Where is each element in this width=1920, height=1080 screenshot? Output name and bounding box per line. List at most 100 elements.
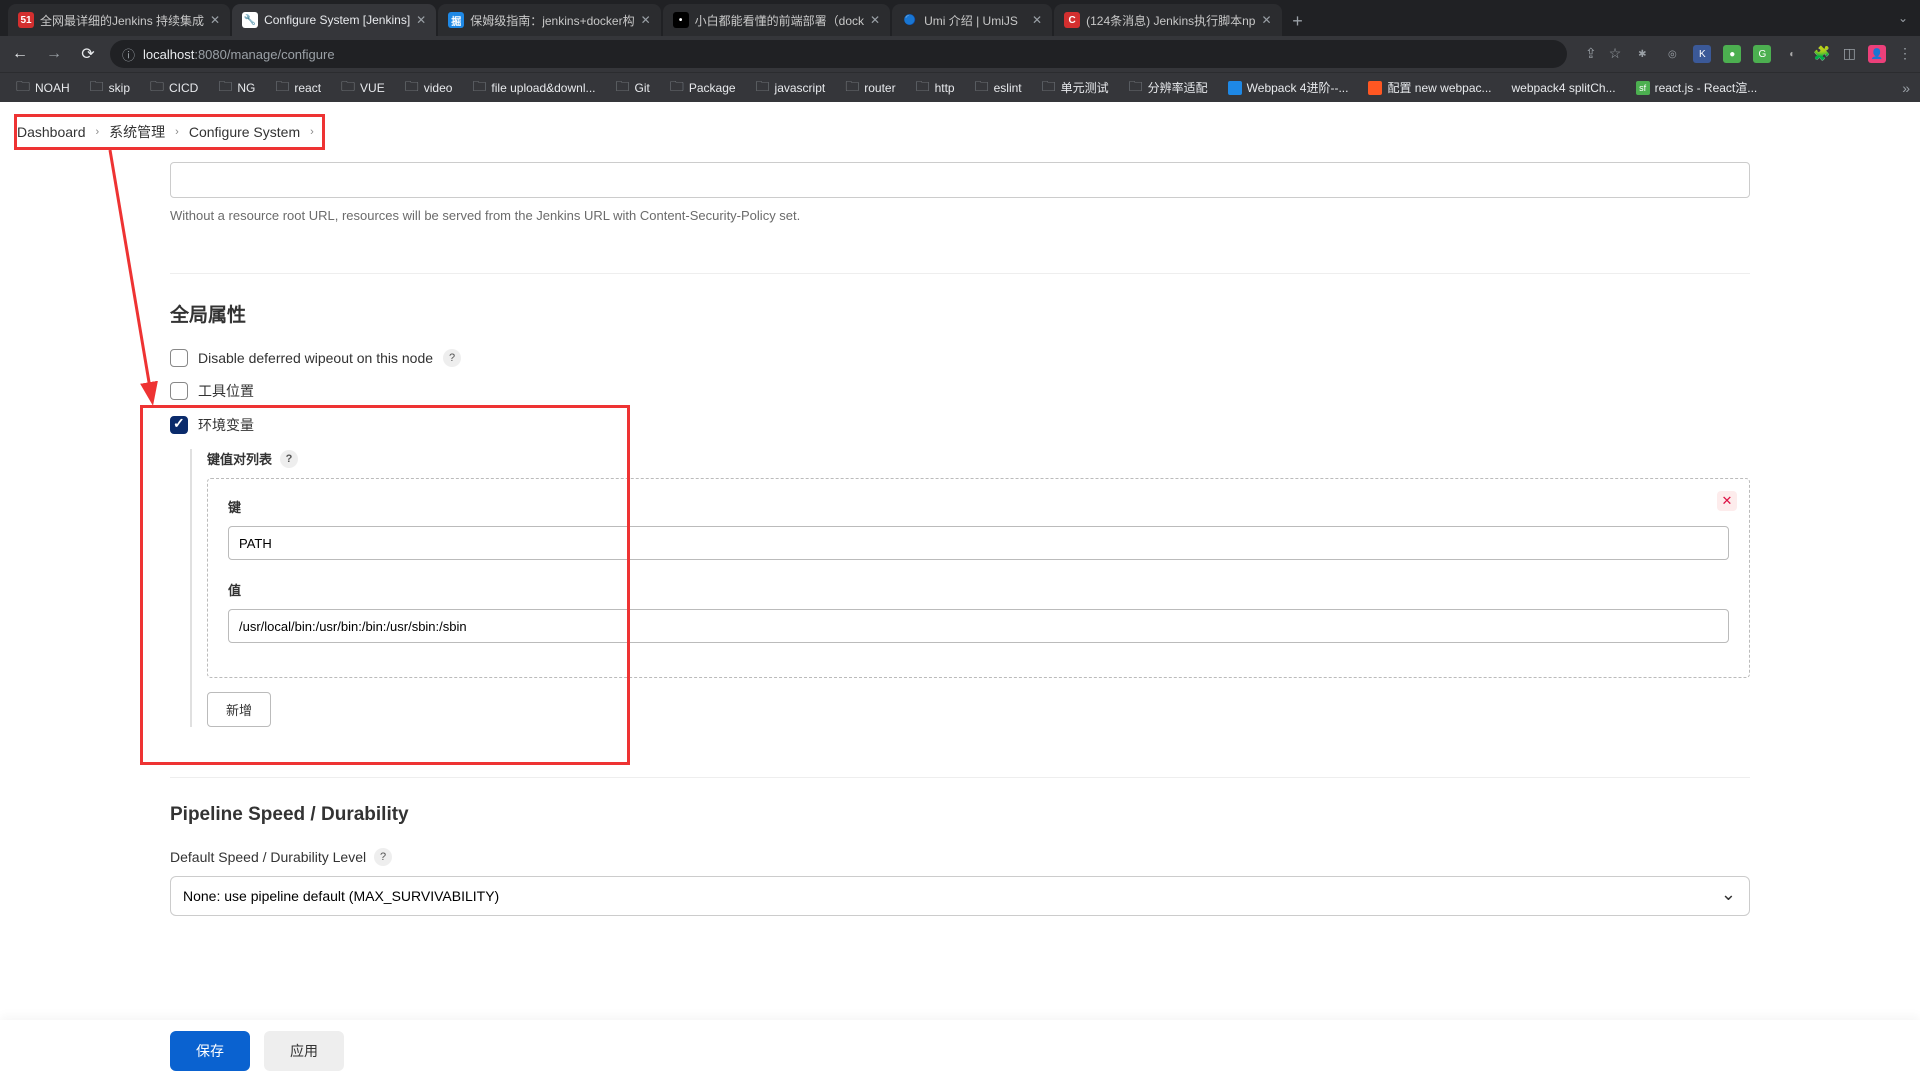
tab-close-icon[interactable]: ✕ <box>1261 13 1271 27</box>
bookmark-item[interactable]: 🗀NG <box>212 72 261 104</box>
add-kv-button[interactable]: 新增 <box>207 692 271 727</box>
key-input[interactable] <box>228 526 1729 560</box>
bookmark-item[interactable]: 🗀skip <box>84 72 136 104</box>
apply-button[interactable]: 应用 <box>264 1031 344 1071</box>
bookmark-item[interactable]: 🗀react <box>269 72 327 104</box>
bookmark-item[interactable]: 🗀video <box>399 72 459 104</box>
extension-icon[interactable]: K <box>1693 45 1711 63</box>
browser-tab[interactable]: 🔵 Umi 介绍 | UmiJS ✕ <box>892 4 1052 36</box>
bookmark-label: router <box>864 81 895 95</box>
bookmark-item[interactable]: 🗀 router <box>839 72 901 104</box>
bookmark-item[interactable]: 🗀单元测试 <box>1036 72 1115 104</box>
browser-tab[interactable]: • 小白都能看懂的前端部署（dock ✕ <box>663 4 890 36</box>
tab-close-icon[interactable]: ✕ <box>1032 13 1042 27</box>
durability-select[interactable]: None: use pipeline default (MAX_SURVIVAB… <box>170 876 1750 916</box>
bookmark-item[interactable]: 🗀CICD <box>144 72 204 104</box>
back-button[interactable]: ← <box>8 45 32 63</box>
help-icon[interactable]: ? <box>374 848 392 866</box>
extensions-menu-icon[interactable]: 🧩 <box>1813 45 1830 63</box>
bookmark-label: react <box>294 81 321 95</box>
browser-tab-active[interactable]: 🔧 Configure System [Jenkins] ✕ <box>232 4 436 36</box>
url-text: localhost:8080/manage/configure <box>143 47 335 62</box>
bookmark-label: react.js - React渲... <box>1655 79 1758 96</box>
bookmark-item[interactable]: Webpack 4进阶--... <box>1222 75 1355 100</box>
kv-pair-entry: ✕ 键 值 <box>207 478 1750 678</box>
profile-avatar[interactable]: 👤 <box>1868 45 1886 63</box>
key-label: 键 <box>228 497 1729 516</box>
extension-icon[interactable]: ✱ <box>1633 45 1651 63</box>
address-bar[interactable]: ⓘ localhost:8080/manage/configure <box>110 40 1567 68</box>
tab-close-icon[interactable]: ✕ <box>210 13 220 27</box>
browser-tab[interactable]: 掘 保姆级指南：jenkins+docker构 ✕ <box>438 4 660 36</box>
tab-close-icon[interactable]: ✕ <box>416 13 426 27</box>
browser-tab[interactable]: 51 全网最详细的Jenkins 持续集成 ✕ <box>8 4 230 36</box>
folder-icon: 🗀 <box>845 76 859 100</box>
tab-close-icon[interactable]: ✕ <box>641 13 651 27</box>
folder-icon: 🗀 <box>756 76 770 100</box>
tab-overflow-icon[interactable]: ⌄ <box>1898 11 1908 25</box>
reload-button[interactable]: ⟳ <box>76 44 100 64</box>
bookmark-star-icon[interactable]: ☆ <box>1609 45 1622 63</box>
main-content: Without a resource root URL, resources w… <box>0 162 1920 926</box>
send-tab-icon[interactable]: ⇪ <box>1585 45 1597 63</box>
folder-icon: 🗀 <box>90 76 104 100</box>
folder-icon: 🗀 <box>1042 76 1056 100</box>
bookmark-label: NOAH <box>35 81 70 95</box>
side-panel-icon[interactable]: ◫ <box>1843 45 1856 63</box>
bookmark-label: webpack4 splitCh... <box>1512 81 1616 95</box>
save-button[interactable]: 保存 <box>170 1031 250 1071</box>
bookmark-item[interactable]: 🗀VUE <box>335 72 391 104</box>
disable-wipeout-row: Disable deferred wipeout on this node ? <box>170 349 1750 367</box>
breadcrumb-manage[interactable]: 系统管理 <box>109 122 165 142</box>
chrome-menu-icon[interactable]: ⋮ <box>1898 45 1912 63</box>
section-divider <box>170 777 1750 778</box>
help-icon[interactable]: ? <box>443 349 461 367</box>
bookmark-item[interactable]: sfreact.js - React渲... <box>1630 75 1764 100</box>
extension-icon[interactable]: ◐ <box>1783 45 1801 63</box>
bookmark-item[interactable]: 🗀http <box>910 72 961 104</box>
favicon: 🔧 <box>242 12 258 28</box>
breadcrumb-configure[interactable]: Configure System <box>189 124 300 140</box>
browser-toolbar: ← → ⟳ ⓘ localhost:8080/manage/configure … <box>0 36 1920 72</box>
folder-icon: 🗀 <box>341 76 355 100</box>
bookmarks-overflow-icon[interactable]: » <box>1902 80 1910 96</box>
sticky-footer: 保存 应用 <box>0 1020 1920 1080</box>
bookmark-item[interactable]: 🗀eslint <box>969 72 1028 104</box>
help-icon[interactable]: ? <box>280 450 298 468</box>
chevron-right-icon: › <box>306 126 318 138</box>
tool-locations-checkbox[interactable] <box>170 382 188 400</box>
disable-wipeout-checkbox[interactable] <box>170 349 188 367</box>
site-info-icon[interactable]: ⓘ <box>122 45 135 64</box>
bookmark-item[interactable]: 🗀NOAH <box>10 72 76 104</box>
bookmark-item[interactable]: 🗀分辨率适配 <box>1123 72 1214 104</box>
tab-title: 全网最详细的Jenkins 持续集成 <box>40 12 204 29</box>
durability-select-wrap: None: use pipeline default (MAX_SURVIVAB… <box>170 876 1750 916</box>
tool-locations-row: 工具位置 <box>170 381 1750 401</box>
chevron-right-icon: › <box>92 126 104 138</box>
bookmark-item[interactable]: 🗀file upload&downl... <box>466 72 601 104</box>
resource-root-url-input[interactable] <box>170 162 1750 198</box>
bookmark-item[interactable]: 🗀javascript <box>750 72 832 104</box>
browser-tab[interactable]: C (124条消息) Jenkins执行脚本np ✕ <box>1054 4 1281 36</box>
new-tab-button[interactable]: + <box>1284 11 1312 36</box>
extension-icon[interactable]: G <box>1753 45 1771 63</box>
bookmark-item[interactable]: 🗀Git <box>610 72 656 104</box>
remove-kv-icon[interactable]: ✕ <box>1717 491 1737 511</box>
kv-list-label: 键值对列表 ? <box>207 449 1750 468</box>
tab-close-icon[interactable]: ✕ <box>870 13 880 27</box>
extension-icon[interactable]: ● <box>1723 45 1741 63</box>
tab-title: 保姆级指南：jenkins+docker构 <box>470 12 634 29</box>
breadcrumb-dashboard[interactable]: Dashboard <box>17 124 86 140</box>
bookmark-label: video <box>424 81 453 95</box>
favicon: C <box>1064 12 1080 28</box>
tab-title: Configure System [Jenkins] <box>264 13 410 27</box>
bookmark-item[interactable]: webpack4 splitCh... <box>1506 77 1622 99</box>
favicon: 掘 <box>448 12 464 28</box>
env-vars-checkbox[interactable] <box>170 416 188 434</box>
bookmark-label: Git <box>635 81 650 95</box>
extension-icon[interactable]: ◎ <box>1663 45 1681 63</box>
value-input[interactable] <box>228 609 1729 643</box>
bookmark-item[interactable]: 🗀Package <box>664 72 742 104</box>
bookmark-item[interactable]: 配置 new webpac... <box>1362 75 1497 100</box>
forward-button[interactable]: → <box>42 45 66 63</box>
